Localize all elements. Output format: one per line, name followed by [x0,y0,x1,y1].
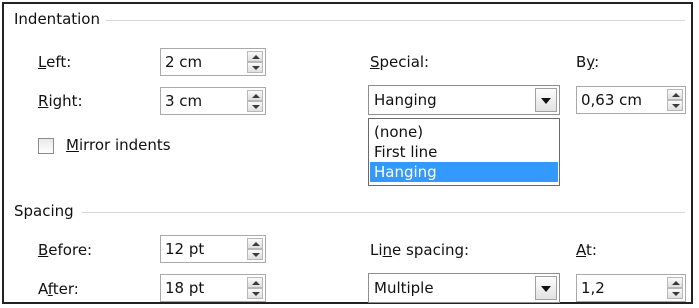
special-indent-select[interactable]: Hanging [368,85,560,115]
left-indent-increment-button[interactable] [247,51,263,62]
spacing-divider [82,212,685,213]
spin-up-icon [252,55,260,59]
chevron-down-icon [541,286,551,292]
indentation-section-title: Indentation [14,10,106,28]
after-label: After: [38,280,79,298]
special-dropdown-button[interactable] [535,88,557,112]
right-indent-label: Right: [38,92,83,110]
special-option-hanging[interactable]: Hanging [370,162,558,182]
right-indent-spinner[interactable]: 3 cm [160,87,266,115]
spin-down-icon [252,105,260,109]
paragraph-dialog-panel: Indentation Left: 2 cm Right: 3 cm Mirro… [2,2,693,304]
line-spacing-value: Multiple [374,279,434,297]
right-indent-decrement-button[interactable] [247,101,263,112]
left-indent-decrement-button[interactable] [247,62,263,73]
at-value[interactable]: 1,2 [581,279,605,297]
after-spinner[interactable]: 18 pt [160,274,266,302]
spin-up-icon [252,242,260,246]
after-decrement-button[interactable] [247,288,263,299]
special-dropdown-list: (none) First line Hanging [368,118,560,186]
spin-down-icon [672,104,680,108]
special-option-first-line[interactable]: First line [370,142,558,162]
spin-up-icon [252,281,260,285]
by-label: By: [576,53,600,71]
by-spinner[interactable]: 0,63 cm [576,86,686,114]
special-option-none[interactable]: (none) [370,122,558,142]
indentation-divider [100,20,685,21]
after-value[interactable]: 18 pt [165,279,204,297]
left-indent-value[interactable]: 2 cm [165,53,202,71]
spin-up-icon [672,281,680,285]
before-decrement-button[interactable] [247,249,263,260]
chevron-down-icon [541,98,551,104]
spin-down-icon [672,292,680,296]
before-value[interactable]: 12 pt [165,240,204,258]
before-label: Before: [38,241,93,259]
line-spacing-dropdown-button[interactable] [535,276,557,300]
right-indent-increment-button[interactable] [247,90,263,101]
before-increment-button[interactable] [247,238,263,249]
spin-up-icon [672,93,680,97]
by-value[interactable]: 0,63 cm [581,91,642,109]
spin-down-icon [252,292,260,296]
at-increment-button[interactable] [667,277,683,288]
special-indent-value: Hanging [374,91,437,109]
line-spacing-select[interactable]: Multiple [368,273,560,303]
left-indent-label: Left: [38,53,72,71]
right-indent-value[interactable]: 3 cm [165,92,202,110]
spin-down-icon [252,253,260,257]
special-label: Special: [370,53,430,71]
before-spinner[interactable]: 12 pt [160,235,266,263]
spin-down-icon [252,66,260,70]
spin-up-icon [252,94,260,98]
left-indent-spinner[interactable]: 2 cm [160,48,266,76]
at-label: At: [576,241,597,259]
at-spinner[interactable]: 1,2 [576,274,686,302]
by-decrement-button[interactable] [667,100,683,111]
line-spacing-label: Line spacing: [370,241,470,259]
spacing-section-title: Spacing [14,202,80,220]
at-decrement-button[interactable] [667,288,683,299]
after-increment-button[interactable] [247,277,263,288]
by-increment-button[interactable] [667,89,683,100]
mirror-indents-checkbox[interactable] [38,138,54,154]
mirror-indents-label[interactable]: Mirror indents [66,136,171,154]
